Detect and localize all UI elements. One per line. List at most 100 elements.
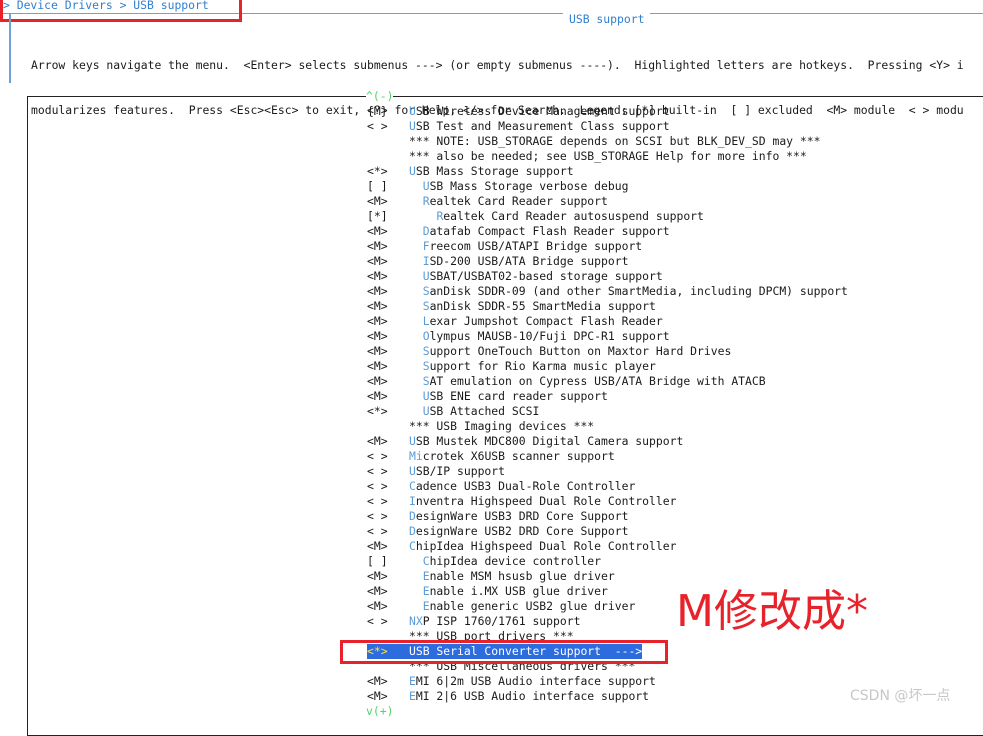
menu-item-state[interactable]: < >	[367, 464, 409, 479]
menu-item[interactable]: [ ] USB Mass Storage verbose debug	[367, 179, 628, 194]
menu-item-state[interactable]: < >	[367, 119, 409, 134]
menu-item-state[interactable]: <M>	[367, 284, 409, 299]
menu-item[interactable]: < > DesignWare USB2 DRD Core Support	[367, 524, 628, 539]
menu-item[interactable]: [ ] ChipIdea device controller	[367, 554, 601, 569]
menu-item-state[interactable]: <M>	[367, 254, 409, 269]
menu-item[interactable]: <M> SanDisk SDDR-09 (and other SmartMedi…	[367, 284, 848, 299]
menu-item[interactable]: < > DesignWare USB3 DRD Core Support	[367, 509, 628, 524]
menu-item[interactable]: <M> Datafab Compact Flash Reader support	[367, 224, 670, 239]
menu-item-state[interactable]: < >	[367, 614, 409, 629]
menu-item-label: SB Mass Storage verbose debug	[429, 179, 629, 193]
menu-item-state[interactable]: < >	[367, 509, 409, 524]
scroll-down-indicator[interactable]: v(+)	[366, 705, 394, 717]
menu-item-state[interactable]: <M>	[367, 374, 409, 389]
menu-item-indent	[409, 314, 423, 328]
menu-item[interactable]: <M> Support OneTouch Button on Maxtor Ha…	[367, 344, 731, 359]
menu-item[interactable]: < > USB/IP support	[367, 464, 505, 479]
menu-item[interactable]: <M> EMI 2|6 USB Audio interface support	[367, 689, 649, 704]
menu-item-state[interactable]: <M>	[367, 314, 409, 329]
menu-item[interactable]: <M> ChipIdea Highspeed Dual Role Controll…	[367, 539, 676, 554]
menu-item-label: esignWare USB2 DRD Core Support	[415, 524, 629, 538]
menu-item[interactable]: <M> SanDisk SDDR-55 SmartMedia support	[367, 299, 656, 314]
menu-item[interactable]: <M> EMI 6|2m USB Audio interface support	[367, 674, 656, 689]
menu-item-hotkey: S	[422, 374, 430, 388]
menu-item-label: SB Attached SCSI	[429, 404, 540, 418]
menu-item-state[interactable]: <M>	[367, 194, 409, 209]
menu-item-state[interactable]: <M>	[367, 239, 409, 254]
menu-item-state[interactable]: < >	[367, 449, 409, 464]
menu-item-hotkey: Mi	[409, 449, 423, 463]
menu-item[interactable]: <M> SAT emulation on Cypress USB/ATA Bri…	[367, 374, 766, 389]
menu-item-state[interactable]: <M>	[367, 329, 409, 344]
menu-item-state[interactable]: [ ]	[367, 179, 409, 194]
menu-item[interactable]: < > USB Test and Measurement Class suppor…	[367, 119, 670, 134]
menu-item-state[interactable]: <M>	[367, 569, 409, 584]
menu-item-state[interactable]: <M>	[367, 434, 409, 449]
annotation-text: M修改成*	[676, 586, 868, 637]
menu-item-label: MI 2|6 USB Audio interface support	[415, 689, 650, 703]
menu-item-label: reecom USB/ATAPI Bridge support	[429, 239, 643, 253]
menu-item-state[interactable]: <M>	[367, 539, 409, 554]
menu-item[interactable]: <M> Realtek Card Reader support	[367, 194, 608, 209]
menu-item-indent	[409, 209, 436, 223]
menu-item-state[interactable]: < >	[367, 479, 409, 494]
menu-item-label: nventra Highspeed Dual Role Controller	[415, 494, 677, 508]
menu-item-state[interactable]: <M>	[367, 389, 409, 404]
menu-item[interactable]: <M> ISD-200 USB/ATA Bridge support	[367, 254, 628, 269]
menu-item[interactable]: < > Cadence USB3 Dual-Role Controller	[367, 479, 635, 494]
menu-item-hotkey: S	[422, 344, 430, 358]
menu-item-state[interactable]: <M>	[367, 224, 409, 239]
menu-item-state[interactable]: <M>	[367, 674, 409, 689]
menu-item-state[interactable]: [ ]	[367, 554, 409, 569]
menu-item-label: SBAT/USBAT02-based storage support	[429, 269, 663, 283]
menu-item-state[interactable]: <M>	[367, 299, 409, 314]
menu-item-state[interactable]: < >	[367, 494, 409, 509]
menu-item-state[interactable]: <M>	[367, 344, 409, 359]
menu-item[interactable]: <M> USBAT/USBAT02-based storage support	[367, 269, 663, 284]
menu-item-label: exar Jumpshot Compact Flash Reader	[429, 314, 663, 328]
menu-item-state[interactable]: [*]	[367, 209, 409, 224]
menu-item[interactable]: <M> USB Mustek MDC800 Digital Camera supp…	[367, 434, 683, 449]
menu-item-indent	[409, 584, 423, 598]
menu-item[interactable]: <M> Support for Rio Karma music player	[367, 359, 656, 374]
menu-item-label: anDisk SDDR-09 (and other SmartMedia, in…	[429, 284, 848, 298]
menu-item-label: hipIdea device controller	[429, 554, 602, 568]
menu-item[interactable]: <*> USB Mass Storage support	[367, 164, 574, 179]
menu-item-label: lympus MAUSB-10/Fuji DPC-R1 support	[429, 329, 670, 343]
menu-item[interactable]: <M> Freecom USB/ATAPI Bridge support	[367, 239, 642, 254]
menu-item-hotkey: E	[422, 584, 430, 598]
menu-item-label: esignWare USB3 DRD Core Support	[415, 509, 629, 523]
menu-item-state[interactable]: <M>	[367, 269, 409, 284]
menu-item-label: *** USB Imaging devices ***	[409, 419, 595, 433]
menu-item-indent	[409, 269, 423, 283]
menu-item[interactable]: < > NXP ISP 1760/1761 support	[367, 614, 580, 629]
menu-item-label: anDisk SDDR-55 SmartMedia support	[429, 299, 656, 313]
menu-item[interactable]: < > Inventra Highspeed Dual Role Controll…	[367, 494, 676, 509]
menu-item-state[interactable]: <M>	[367, 584, 409, 599]
menu-item[interactable]: <M> USB ENE card reader support	[367, 389, 608, 404]
menu-item-state[interactable]: < >	[367, 524, 409, 539]
menu-item-state[interactable]: <M>	[367, 599, 409, 614]
menu-item-state[interactable]: {M}	[367, 104, 409, 119]
menu-item-state[interactable]: <*>	[367, 164, 409, 179]
menu-item[interactable]: <M> Olympus MAUSB-10/Fuji DPC-R1 support	[367, 329, 670, 344]
menu-item[interactable]: <M> Enable generic USB2 glue driver	[367, 599, 635, 614]
menu-item[interactable]: <*> USB Attached SCSI	[367, 404, 539, 419]
menu-item[interactable]: < > Microtek X6USB scanner support	[367, 449, 615, 464]
menu-item-indent	[409, 179, 423, 193]
menu-item-state[interactable]: <*>	[367, 404, 409, 419]
menu-item[interactable]: [*] Realtek Card Reader autosuspend supp…	[367, 209, 704, 224]
menu-item-indent	[409, 344, 423, 358]
scroll-up-indicator[interactable]: ^(-)	[366, 90, 394, 102]
menu-item-hotkey: S	[422, 359, 430, 373]
menu-item[interactable]: <M> Lexar Jumpshot Compact Flash Reader	[367, 314, 663, 329]
menu-item[interactable]: {M} USB Wireless Device Management suppor…	[367, 104, 670, 119]
menu-item[interactable]: <M> Enable i.MX USB glue driver	[367, 584, 608, 599]
menu-item-state[interactable]: <M>	[367, 359, 409, 374]
menu-item-state[interactable]: <M>	[367, 689, 409, 704]
menu-item-hotkey: C	[422, 554, 430, 568]
menu-item-hotkey: U	[422, 404, 430, 418]
menu-item[interactable]: <M> Enable MSM hsusb glue driver	[367, 569, 615, 584]
menu-item-hotkey: U	[422, 389, 430, 403]
menu-item-hotkey: E	[422, 569, 430, 583]
